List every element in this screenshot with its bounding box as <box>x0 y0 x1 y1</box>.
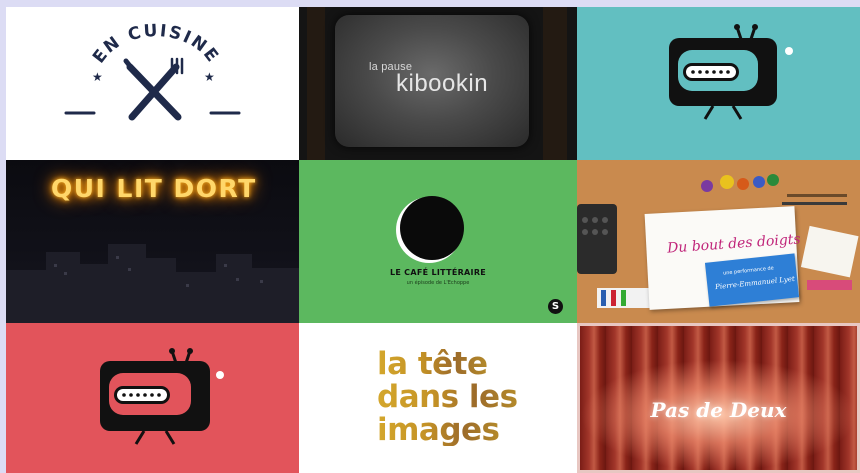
cafe-title: LE CAFÉ LITTÉRAIRE <box>389 268 487 277</box>
cafe-subtitle: un épisode de L'Echoppe <box>406 280 470 286</box>
tile-qui-lit-dort[interactable]: QUI LIT DORT <box>6 160 299 323</box>
tile-cafe-litteraire[interactable]: LE CAFÉ LITTÉRAIRE un épisode de L'Echop… <box>299 160 577 323</box>
retro-tv-icon <box>100 348 224 445</box>
tile-tv-red[interactable] <box>6 323 299 473</box>
pas-de-deux-title: Pas de Deux <box>650 398 787 422</box>
en-cuisine-title: EN CUISINE <box>89 21 221 67</box>
star-icon: ★ <box>204 70 215 84</box>
video-thumbnail-grid: EN CUISINE ★ ★ la pause kibookin QUI LIT… <box>6 7 860 473</box>
kibookin-title: kibookin <box>396 70 489 97</box>
tile-tv-teal[interactable] <box>577 7 860 160</box>
publisher-badge: S <box>548 299 563 314</box>
bookshelf <box>543 7 567 160</box>
svg-text:EN CUISINE: EN CUISINE <box>89 21 223 67</box>
tete-line-2: dans les <box>377 379 518 415</box>
eclipse-icon <box>396 196 464 263</box>
tete-line-1: la tête <box>377 346 488 382</box>
tile-du-bout-des-doigts[interactable]: Du bout des doigts une performance de Pi… <box>577 160 860 323</box>
bookshelf <box>307 7 325 160</box>
tile-pas-de-deux[interactable]: Pas de Deux <box>577 323 860 473</box>
tile-tete-dans-les-images[interactable]: la tête dans les images <box>299 323 577 473</box>
fork-knife-icon <box>123 57 184 121</box>
tile-kibookin[interactable]: la pause kibookin <box>299 7 577 160</box>
retro-tv-icon <box>669 24 793 120</box>
qui-lit-dort-title: QUI LIT DORT <box>51 174 257 203</box>
star-icon: ★ <box>92 70 103 84</box>
tete-line-3: images <box>377 412 500 448</box>
tile-en-cuisine[interactable]: EN CUISINE ★ ★ <box>6 7 299 160</box>
en-cuisine-logo: EN CUISINE ★ ★ <box>64 21 241 121</box>
